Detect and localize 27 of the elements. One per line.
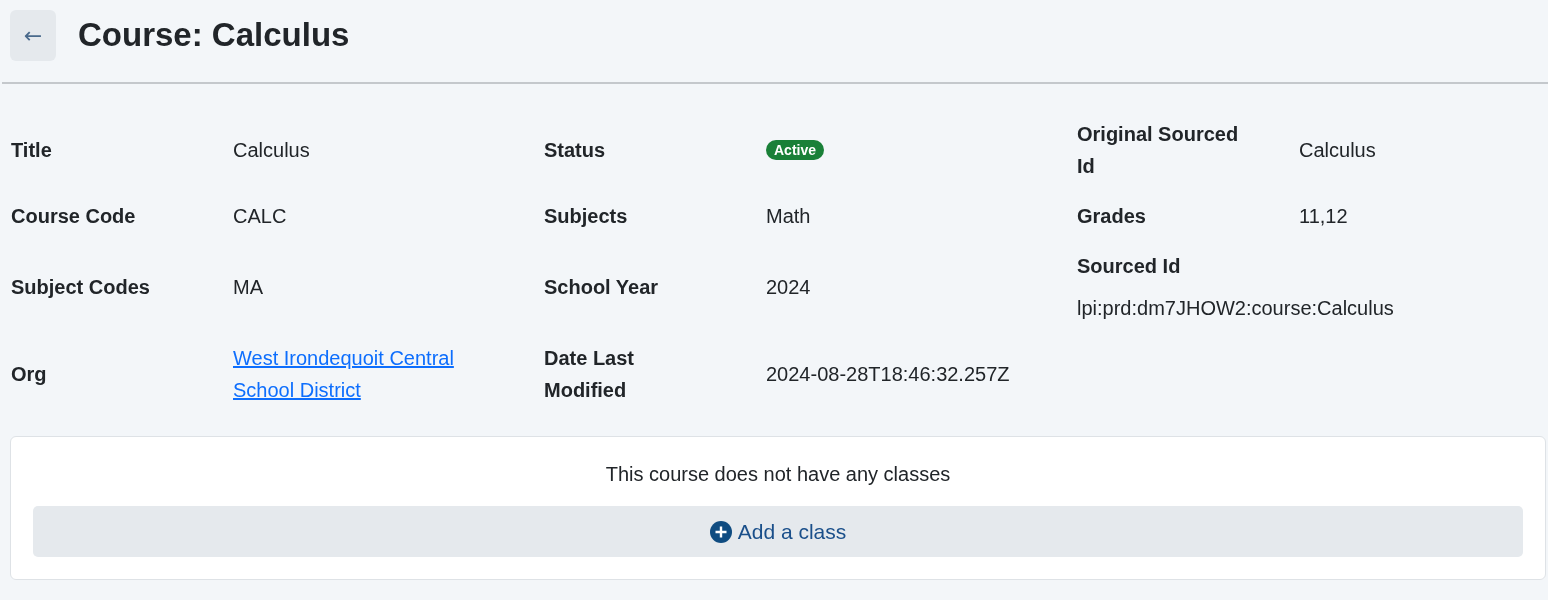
empty-message: This course does not have any classes: [605, 463, 951, 486]
field-label: Date Last Modified: [544, 346, 636, 403]
field-value: CALC: [233, 204, 288, 229]
field-label: Subject Codes: [11, 275, 151, 300]
field-label: Subjects: [544, 204, 629, 229]
plus-circle-icon: [709, 520, 732, 543]
field-label: Course Code: [11, 204, 137, 229]
field-value: lpi:prd:dm7JHOW2:course:Calculus: [1077, 296, 1395, 321]
field-value: MA: [233, 275, 264, 300]
back-button[interactable]: ←: [10, 10, 56, 61]
field-value: 2024-08-28T18:46:32.257Z: [766, 362, 1011, 387]
field-value: Math: [766, 204, 812, 229]
field-value: 11,12: [1299, 204, 1349, 229]
field-value: 2024: [766, 275, 812, 300]
field-label: Sourced Id: [1077, 254, 1182, 279]
page-title: Course: Calculus: [78, 16, 350, 54]
field-value: Calculus: [1299, 138, 1377, 163]
field-label: Grades: [1077, 204, 1147, 229]
field-label: School Year: [544, 275, 660, 300]
org-link[interactable]: West Irondequoit Central School District: [233, 342, 483, 406]
field-label: Status: [544, 138, 607, 163]
field-label: Original Sourced Id: [1077, 122, 1240, 179]
add-class-button[interactable]: Add a class: [33, 506, 1523, 557]
field-label: Title: [11, 138, 53, 163]
field-value: Calculus: [233, 138, 311, 163]
status-badge: Active: [766, 140, 825, 160]
field-label: Org: [11, 362, 48, 387]
